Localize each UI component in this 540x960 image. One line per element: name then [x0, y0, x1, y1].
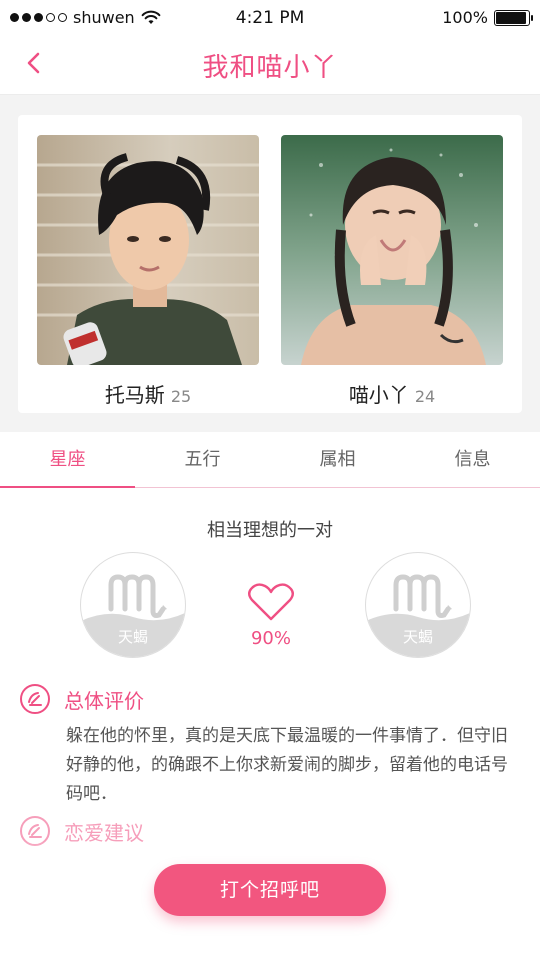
tab-bar: 星座 五行 属相 信息	[0, 432, 540, 488]
male-portrait-image	[37, 135, 259, 365]
person-name: 喵小丫	[348, 383, 409, 407]
person-age: 25	[170, 387, 192, 406]
female-portrait-image	[281, 135, 503, 365]
battery-percent: 100%	[442, 8, 488, 27]
match-result-title: 相当理想的一对	[207, 520, 333, 541]
battery-icon	[494, 9, 533, 26]
tab-zodiac-animal[interactable]: 属相	[270, 432, 405, 487]
person-name: 托马斯	[104, 383, 165, 407]
zodiac-sign-label: 天蝎	[117, 628, 148, 646]
section-body: 躲在他的怀里，真的是天底下最温暖的一件事情了．但守旧好静的他，的确跟不上你求新爱…	[66, 726, 508, 804]
match-content: 相当理想的一对 天蝎 90% 天蝎 总体评价 躲在他的怀里，真的是天底下最温暖的…	[0, 488, 540, 960]
evaluation-icon	[20, 684, 50, 714]
person-name-row: 托马斯 25	[37, 379, 259, 408]
heart-icon	[248, 583, 294, 621]
zodiac-sign-label: 天蝎	[402, 628, 433, 646]
match-percentage: 90%	[250, 628, 291, 649]
tab-constellation[interactable]: 星座	[0, 432, 135, 488]
overall-evaluation-section: 总体评价 躲在他的怀里，真的是天底下最温暖的一件事情了．但守旧好静的他，的确跟不…	[20, 684, 520, 809]
section-header: 总体评价	[20, 684, 520, 714]
status-bar: shuwen 4:21 PM 100%	[0, 0, 540, 38]
section-title: 总体评价	[64, 688, 144, 713]
nav-header: 我和喵小丫	[0, 38, 540, 95]
couple-card: 托马斯 25 喵小丫 24	[18, 115, 522, 413]
zodiac-badge-right: 天蝎	[365, 552, 471, 658]
tab-five-elements[interactable]: 五行	[135, 432, 270, 487]
person-right[interactable]: 喵小丫 24	[281, 135, 503, 408]
say-hello-button[interactable]: 打个招呼吧	[154, 864, 386, 916]
person-age: 24	[414, 387, 436, 406]
zodiac-badge-left: 天蝎	[80, 552, 186, 658]
person-photo[interactable]	[281, 135, 503, 365]
person-photo[interactable]	[37, 135, 259, 365]
person-left[interactable]: 托马斯 25	[37, 135, 259, 408]
status-right: 100%	[442, 8, 533, 27]
person-name-row: 喵小丫 24	[281, 379, 503, 408]
page-title: 我和喵小丫	[202, 53, 338, 83]
tab-info[interactable]: 信息	[405, 432, 540, 487]
